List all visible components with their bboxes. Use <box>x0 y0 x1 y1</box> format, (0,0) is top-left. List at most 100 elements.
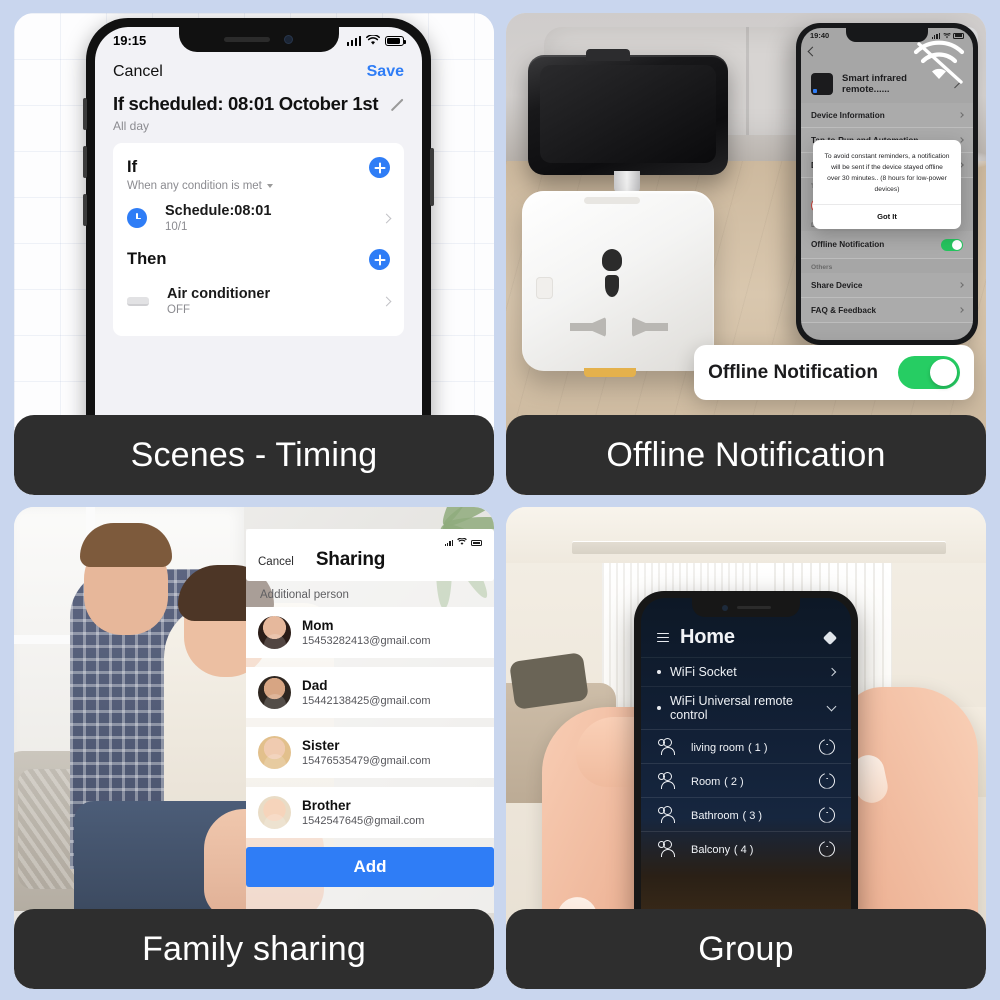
group-people-icon <box>657 738 678 755</box>
group-row-room[interactable]: Room ( 2 ) <box>641 763 851 797</box>
wifi-icon <box>457 538 467 545</box>
chevron-down-icon <box>266 184 273 188</box>
avatar-sister <box>258 736 291 769</box>
socket-label-strip <box>584 368 636 377</box>
group-count: ( 1 ) <box>747 742 768 754</box>
person-row-sister[interactable]: Sister 15476535479@gmail.com <box>246 727 494 778</box>
float-badge-toggle[interactable] <box>898 356 960 389</box>
caption-scenes-timing: Scenes - Timing <box>14 415 494 495</box>
group-label-others: Others <box>811 264 833 271</box>
add-button[interactable]: Add <box>246 847 494 887</box>
group-count: ( 3 ) <box>742 810 763 822</box>
power-icon[interactable] <box>819 806 835 823</box>
cancel-button[interactable]: Cancel <box>258 556 294 568</box>
cancel-button[interactable]: Cancel <box>113 63 163 81</box>
ceiling-light-cove <box>506 507 986 563</box>
device-row-universal-remote[interactable]: WiFi Universal remote control <box>641 686 851 729</box>
if-row-text: Schedule:08:01 10/1 <box>165 203 372 233</box>
avatar-brother <box>258 796 291 829</box>
phone-screen-group: Home WiFi Socket WiFi Universal remote c… <box>641 598 851 921</box>
add-diamond-icon[interactable] <box>822 630 838 645</box>
group-people-icon <box>657 806 678 823</box>
add-action-button[interactable] <box>369 249 390 270</box>
menu-item-faq-feedback[interactable]: FAQ & Feedback <box>801 298 973 323</box>
save-button[interactable]: Save <box>367 63 404 81</box>
chevron-right-icon <box>958 282 964 288</box>
power-icon[interactable] <box>819 738 835 755</box>
power-icon[interactable] <box>819 772 835 789</box>
cellular-signal-icon <box>444 540 453 546</box>
scene-title-row: If scheduled: 08:01 October 1st <box>95 87 422 115</box>
battery-icon <box>953 32 964 39</box>
caption-offline-notification: Offline Notification <box>506 415 986 495</box>
phone-screen-scenes: 19:15 Cancel Save If scheduled: 08:01 Oc… <box>95 27 422 438</box>
product-white-smart-socket <box>522 191 714 377</box>
person-email: 15442138425@gmail.com <box>302 695 431 707</box>
then-row-air-conditioner[interactable]: Air conditioner OFF <box>113 270 404 322</box>
if-row-schedule[interactable]: Schedule:08:01 10/1 <box>113 192 404 239</box>
group-row-bathroom[interactable]: Bathroom ( 3 ) <box>641 797 851 831</box>
menu-label: Offline Notification <box>811 240 885 249</box>
menu-item-device-information[interactable]: Device Information <box>801 103 973 128</box>
person-row-brother[interactable]: Brother 1542547645@gmail.com <box>246 787 494 838</box>
person-row-mom[interactable]: Mom 15453282413@gmail.com <box>246 607 494 658</box>
caption-group: Group <box>506 909 986 989</box>
float-offline-notification-badge: Offline Notification <box>694 345 974 400</box>
menu-icon[interactable] <box>657 633 669 642</box>
front-camera <box>721 604 728 611</box>
wifi-icon <box>942 32 951 38</box>
device-label: WiFi Socket <box>670 665 737 679</box>
group-name: Balcony <box>691 844 731 856</box>
avatar-mom <box>258 616 291 649</box>
group-name: living room <box>691 742 745 754</box>
sharing-sheet: Cancel Sharing Additional person Mom 154… <box>246 529 494 913</box>
menu-label: Share Device <box>811 280 863 290</box>
power-icon[interactable] <box>819 840 835 857</box>
cellular-signal-icon <box>931 32 940 39</box>
group-row-living-room[interactable]: living room ( 1 ) <box>641 729 851 763</box>
menu-item-share-device[interactable]: Share Device <box>801 273 973 298</box>
group-row-balcony[interactable]: Balcony ( 4 ) <box>641 831 851 865</box>
avatar-dad <box>258 676 291 709</box>
device-row-wifi-socket[interactable]: WiFi Socket <box>641 657 851 686</box>
plug-prong <box>614 171 640 193</box>
sharing-title-row: Cancel Sharing <box>258 549 482 571</box>
group-label: Room ( 2 ) <box>691 773 806 788</box>
person-email: 1542547645@gmail.com <box>302 815 425 827</box>
phone-mockup-group: Home WiFi Socket WiFi Universal remote c… <box>634 591 858 921</box>
group-count: ( 2 ) <box>724 776 744 788</box>
wifi-icon <box>366 34 380 45</box>
phone-mockup-scenes: 19:15 Cancel Save If scheduled: 08:01 Oc… <box>83 18 434 438</box>
person-text: Brother 1542547645@gmail.com <box>302 798 424 827</box>
person-email: 15453282413@gmail.com <box>302 635 431 647</box>
menu-item-offline-notification[interactable]: Offline Notification <box>801 231 973 259</box>
if-section-header: If <box>113 155 404 178</box>
edit-pencil-icon[interactable] <box>387 96 404 113</box>
additional-person-label: Additional person <box>260 589 349 601</box>
chevron-down-icon <box>826 701 837 711</box>
bullet-icon <box>657 670 661 674</box>
phone-notch <box>178 27 339 52</box>
condition-mode-label: When any condition is met <box>127 180 262 192</box>
person-row-dad[interactable]: Dad 15442138425@gmail.com <box>246 667 494 718</box>
chevron-right-icon <box>827 667 837 677</box>
panel-family-sharing: Cancel Sharing Additional person Mom 154… <box>14 507 494 989</box>
person-name: Brother <box>302 798 351 813</box>
if-heading: If <box>127 158 138 176</box>
status-indicators <box>931 32 964 39</box>
dialog-confirm-button[interactable]: Got It <box>813 204 961 229</box>
chevron-right-icon <box>381 213 392 223</box>
feature-grid: 19:15 Cancel Save If scheduled: 08:01 Oc… <box>0 0 1000 1000</box>
person-text: Dad 15442138425@gmail.com <box>302 678 431 707</box>
battery-icon <box>471 540 482 546</box>
then-section-header: Then <box>113 247 404 270</box>
group-count: ( 4 ) <box>733 844 754 856</box>
dialog-message: To avoid constant reminders, a notificat… <box>824 153 950 194</box>
add-condition-button[interactable] <box>369 157 390 178</box>
scenes-navbar: Cancel Save <box>95 53 422 87</box>
then-row-title: Air conditioner <box>167 286 271 302</box>
group-label: Bathroom ( 3 ) <box>691 807 806 822</box>
offline-notification-toggle[interactable] <box>941 238 963 251</box>
battery-icon <box>385 35 406 46</box>
condition-mode-row[interactable]: When any condition is met <box>113 178 404 192</box>
